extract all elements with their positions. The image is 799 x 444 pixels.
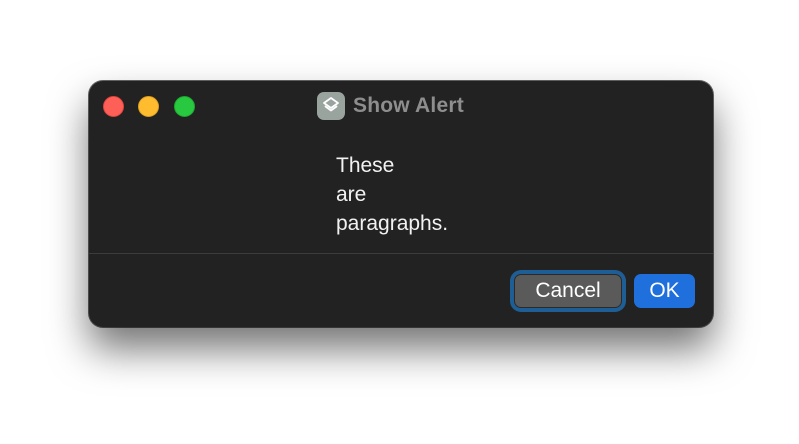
message-line: are — [336, 183, 367, 206]
ok-button[interactable]: OK — [634, 274, 695, 308]
button-divider — [89, 253, 713, 254]
message-line: paragraphs. — [336, 212, 449, 235]
title-bar: Show Alert — [89, 81, 713, 131]
window-title-group: Show Alert — [317, 91, 464, 121]
desktop: Show Alert These are paragraphs. Cancel … — [0, 0, 799, 444]
close-window-button[interactable] — [103, 96, 124, 117]
window-title: Show Alert — [353, 94, 464, 117]
alert-message: These are paragraphs. — [336, 151, 448, 238]
message-line: These — [336, 154, 395, 177]
zoom-window-button[interactable] — [174, 96, 195, 117]
shortcuts-app-icon — [317, 92, 345, 120]
minimize-window-button[interactable] — [138, 96, 159, 117]
alert-dialog: Show Alert These are paragraphs. Cancel … — [89, 81, 713, 327]
layers-icon — [323, 97, 339, 112]
cancel-button[interactable]: Cancel — [514, 274, 622, 308]
